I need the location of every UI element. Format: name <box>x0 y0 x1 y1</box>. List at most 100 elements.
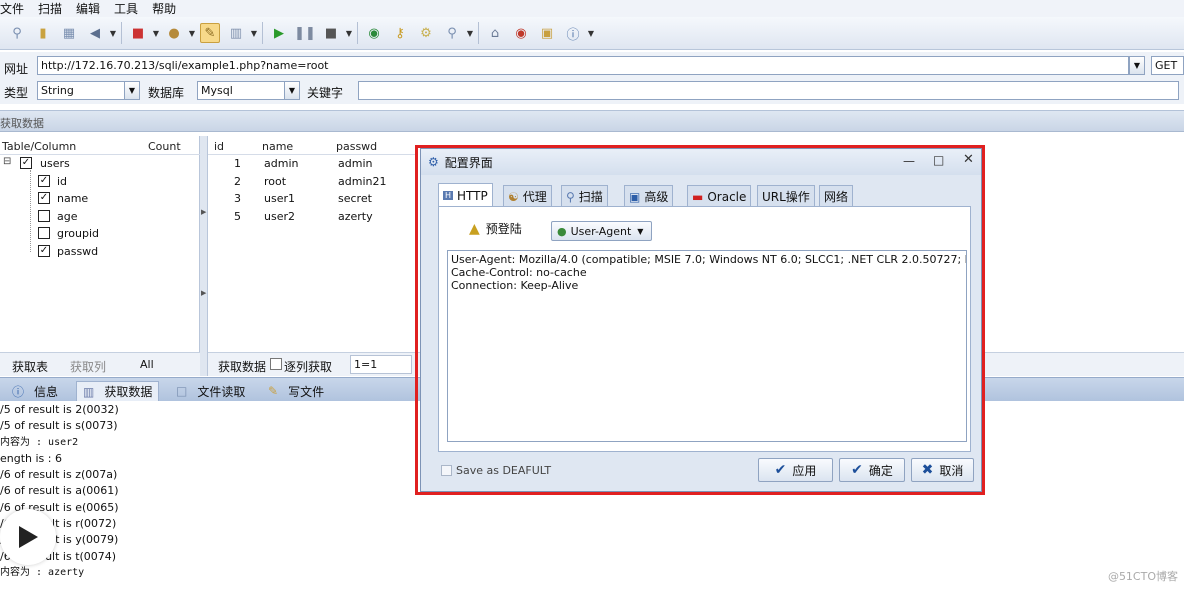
tab-oracle-label: Oracle <box>707 189 747 204</box>
grid-header-divider <box>208 154 418 155</box>
key-icon[interactable]: ⚷ <box>390 23 410 43</box>
cell-name: admin <box>264 157 299 170</box>
http-headers-textarea[interactable]: User-Agent: Mozilla/4.0 (compatible; MSI… <box>447 250 967 442</box>
tree-node-users[interactable]: users <box>40 157 70 170</box>
menu-file[interactable]: 文件 <box>0 0 24 17</box>
name-checkbox[interactable]: ✓ <box>38 192 50 204</box>
table-row[interactable]: 3 user1 secret <box>208 191 418 208</box>
info-icon[interactable]: ⓘ <box>563 23 583 43</box>
dropdown-arrow-icon[interactable]: ▼ <box>151 23 161 43</box>
export-icon[interactable]: ◀ <box>85 23 105 43</box>
tab-url-ops[interactable]: URL操作 <box>757 185 815 207</box>
toolbar: ⚲ ▮ ▦ ◀ ▼ ■ ▼ ● ▼ ✎ ▥ ▼ ▶ ❚❚ ■ ▼ ◉ ⚷ ⚙ ⚲… <box>0 17 1184 50</box>
type-dropdown-button[interactable]: ▼ <box>124 81 140 100</box>
table-row[interactable]: 2 root admin21 <box>208 174 418 191</box>
condition-input[interactable]: 1=1 <box>350 355 412 374</box>
menu-tools[interactable]: 工具 <box>114 0 138 17</box>
package-icon[interactable]: ▣ <box>537 23 557 43</box>
minimize-icon[interactable]: — <box>903 154 915 168</box>
ok-button[interactable]: ✔ 确定 <box>839 458 905 482</box>
age-checkbox[interactable] <box>38 210 50 222</box>
tab-advanced[interactable]: ▣ 高级 <box>624 185 674 207</box>
magnifier-icon[interactable]: ⚲ <box>442 23 462 43</box>
play-icon[interactable]: ▶ <box>269 23 289 43</box>
all-button[interactable]: All <box>140 358 154 371</box>
advanced-icon: ▣ <box>629 189 641 204</box>
tab-oracle[interactable]: ▬ Oracle <box>687 185 752 207</box>
file-icon: □ <box>176 384 188 398</box>
bug-icon[interactable]: ◉ <box>511 23 531 43</box>
table-row[interactable]: 1 admin admin <box>208 156 418 173</box>
menu-bar: 文件 扫描 编辑 工具 帮助 <box>0 0 1184 17</box>
tab-get-data-label: 获取数据 <box>104 385 153 399</box>
url-input[interactable]: http://172.16.70.213/sqli/example1.php?n… <box>37 56 1129 75</box>
prelogin-button[interactable]: ▲ 预登陆 <box>469 220 522 237</box>
tab-info[interactable]: ⓘ 信息 <box>6 381 64 401</box>
log-line: /6 of result is t(0074) <box>0 549 117 563</box>
tab-file-read[interactable]: □ 文件读取 <box>170 381 251 401</box>
pane-splitter[interactable]: ▶ ▶ <box>200 136 208 376</box>
dialog-title-bar[interactable]: ⚙ 配置界面 — □ ✕ <box>421 149 981 175</box>
tree-node-age[interactable]: age <box>57 210 78 223</box>
get-columns-button[interactable]: 获取列 <box>70 358 106 375</box>
close-icon[interactable]: ✕ <box>963 152 974 167</box>
toolbar-separator <box>262 22 263 44</box>
settings-icon[interactable]: ⚙ <box>416 23 436 43</box>
dropdown-arrow-icon[interactable]: ▼ <box>108 23 118 43</box>
tab-url-ops-label: URL操作 <box>762 190 810 204</box>
users-checkbox[interactable]: ✓ <box>20 157 32 169</box>
menu-edit[interactable]: 编辑 <box>76 0 100 17</box>
groupid-checkbox[interactable] <box>38 227 50 239</box>
go-icon[interactable]: ◉ <box>364 23 384 43</box>
header-type-dropdown[interactable]: ● User-Agent ▼ <box>551 221 652 241</box>
dropdown-arrow-icon[interactable]: ▼ <box>586 23 596 43</box>
per-column-checkbox[interactable] <box>270 358 282 370</box>
home-icon[interactable]: ⌂ <box>485 23 505 43</box>
tree-node-groupid[interactable]: groupid <box>57 227 99 240</box>
tree-node-id[interactable]: id <box>57 175 67 188</box>
dropdown-arrow-icon[interactable]: ▼ <box>344 23 354 43</box>
search-icon[interactable]: ⚲ <box>7 23 27 43</box>
open-icon[interactable]: ▮ <box>33 23 53 43</box>
dropdown-arrow-icon[interactable]: ▼ <box>249 23 259 43</box>
keyword-input[interactable] <box>358 81 1179 100</box>
menu-scan[interactable]: 扫描 <box>38 0 62 17</box>
tab-file-read-label: 文件读取 <box>197 384 246 399</box>
tab-write-file[interactable]: ✎ 写文件 <box>262 381 330 401</box>
tab-advanced-label: 高级 <box>644 190 669 204</box>
dropdown-arrow-icon[interactable]: ▼ <box>187 23 197 43</box>
video-play-button[interactable] <box>0 509 56 565</box>
url-dropdown-button[interactable]: ▼ <box>1129 56 1145 75</box>
save-icon[interactable]: ▦ <box>59 23 79 43</box>
stop-icon[interactable]: ■ <box>321 23 341 43</box>
save-default-checkbox[interactable] <box>441 465 452 476</box>
tab-get-data[interactable]: ▥ 获取数据 <box>76 381 160 401</box>
get-tables-button[interactable]: 获取表 <box>12 358 48 375</box>
database-icon[interactable]: ▥ <box>226 23 246 43</box>
method-select[interactable]: GET <box>1151 56 1184 75</box>
tab-network[interactable]: 网络 <box>819 185 854 207</box>
collapse-icon[interactable]: ⊟ <box>3 156 11 167</box>
tools-icon[interactable]: ■ <box>128 23 148 43</box>
get-data-button[interactable]: 获取数据 <box>218 358 266 375</box>
id-checkbox[interactable]: ✓ <box>38 175 50 187</box>
passwd-checkbox[interactable]: ✓ <box>38 245 50 257</box>
pause-icon[interactable]: ❚❚ <box>294 23 316 43</box>
palette-icon[interactable]: ● <box>164 23 184 43</box>
tab-proxy[interactable]: ☯ 代理 <box>503 185 552 207</box>
maximize-icon[interactable]: □ <box>933 153 944 167</box>
injection-tool-icon[interactable]: ✎ <box>200 23 220 43</box>
http-tab-content: ▲ 预登陆 ● User-Agent ▼ User-Agent: Mozilla… <box>438 206 971 452</box>
tree-node-name[interactable]: name <box>57 192 88 205</box>
cancel-button[interactable]: ✖ 取消 <box>911 458 974 482</box>
tree-node-passwd[interactable]: passwd <box>57 245 98 258</box>
menu-help[interactable]: 帮助 <box>152 0 176 17</box>
apply-button[interactable]: ✔ 应用 <box>758 458 833 482</box>
type-select[interactable]: String <box>37 81 125 100</box>
dropdown-arrow-icon[interactable]: ▼ <box>465 23 475 43</box>
database-select[interactable]: Mysql <box>197 81 285 100</box>
table-row[interactable]: 5 user2 azerty <box>208 209 418 226</box>
tab-http[interactable]: H HTTP <box>438 183 493 207</box>
database-dropdown-button[interactable]: ▼ <box>284 81 300 100</box>
tab-scan[interactable]: ⚲ 扫描 <box>561 185 608 207</box>
